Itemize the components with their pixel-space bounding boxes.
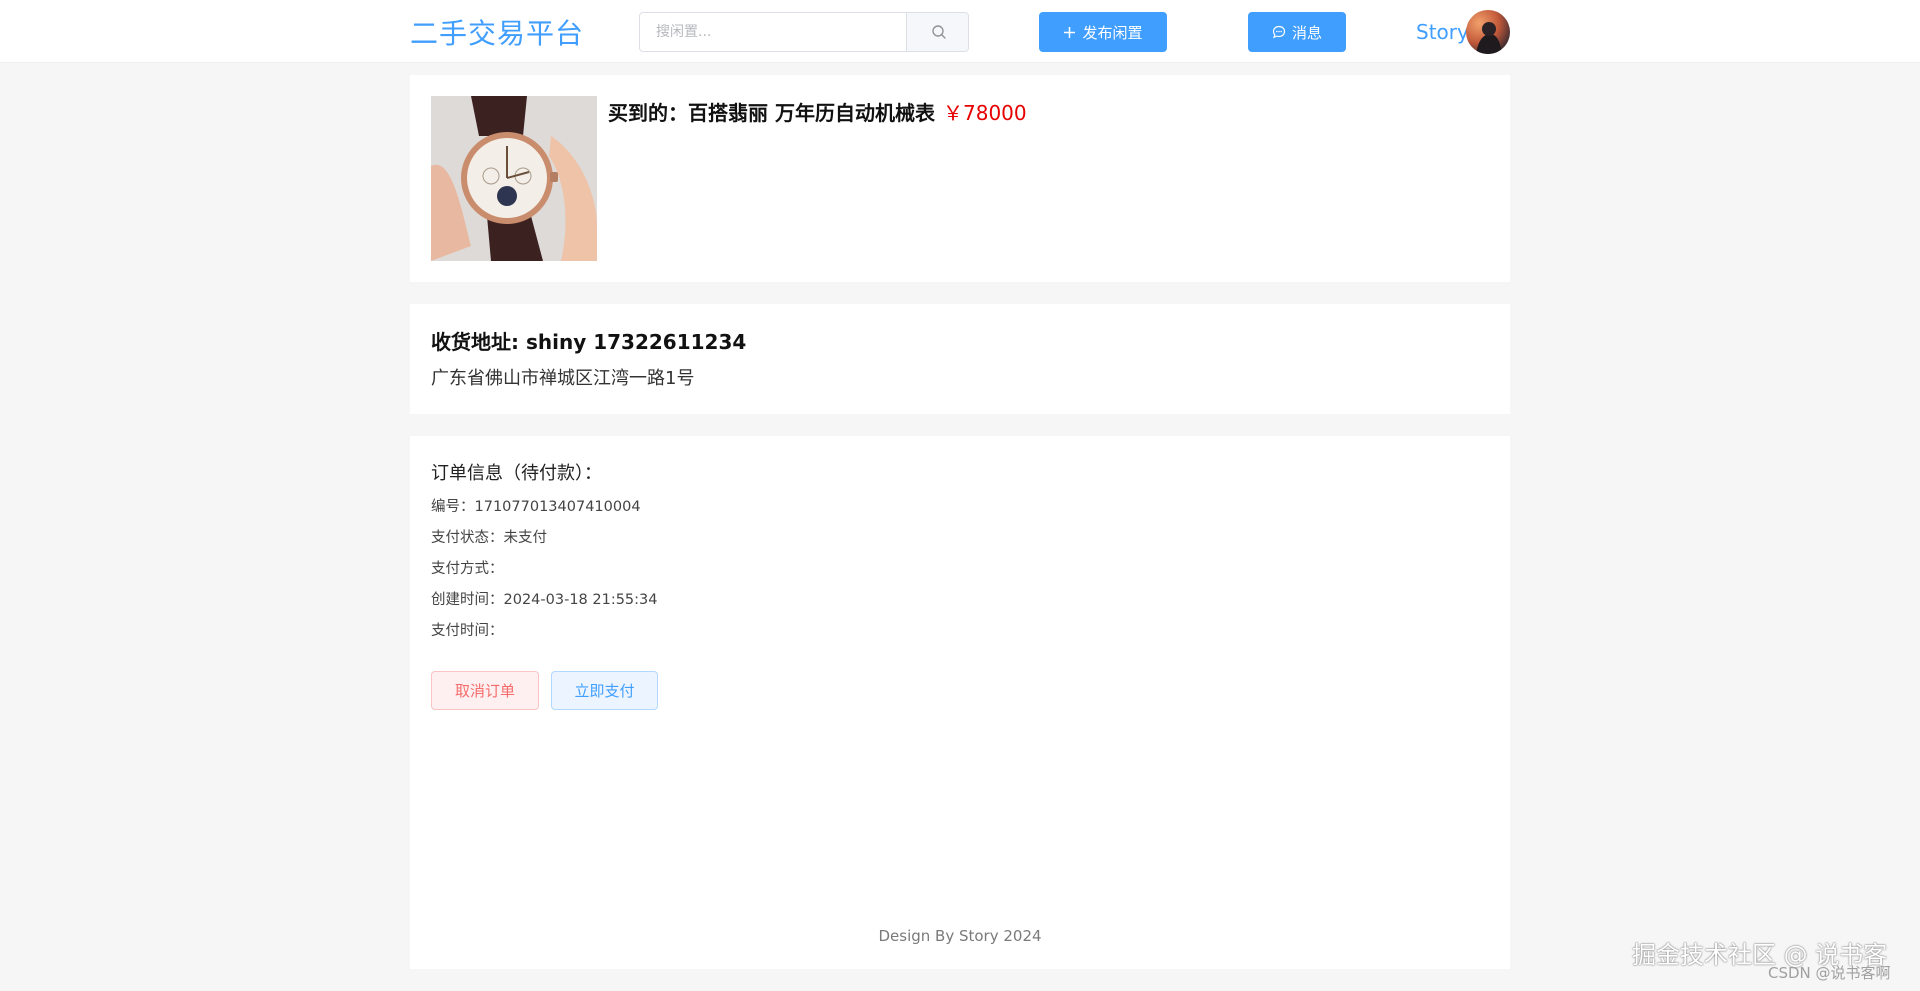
order-card: 订单信息（待付款）： 编号：171077013407410004 支付状态：未支…: [410, 436, 1510, 969]
pay-now-button[interactable]: 立即支付: [551, 671, 658, 710]
top-navbar: 二手交易平台 发布闲置 消息 Story: [0, 0, 1920, 63]
search-box: [639, 12, 969, 52]
address-card: 收货地址: shiny 17322611234 广东省佛山市禅城区江湾一路1号: [410, 304, 1510, 414]
product-title[interactable]: 买到的：百搭翡丽 万年历自动机械表: [608, 97, 935, 126]
payment-status: 支付状态：未支付: [431, 530, 547, 546]
message-button-label: 消息: [1291, 23, 1322, 42]
avatar-image: [1476, 22, 1502, 54]
watch-illustration: [431, 96, 597, 261]
message-icon: [1272, 25, 1286, 39]
search-input[interactable]: [640, 13, 906, 51]
watermark-sub: CSDN @说书客啊: [1768, 964, 1891, 982]
order-number: 编号：171077013407410004: [431, 499, 641, 515]
created-time: 创建时间：2024-03-18 21:55:34: [431, 592, 658, 608]
site-logo[interactable]: 二手交易平台: [410, 12, 584, 52]
product-card: 买到的：百搭翡丽 万年历自动机械表 ￥78000: [410, 75, 1510, 282]
publish-button-label: 发布闲置: [1082, 23, 1143, 42]
address-heading: 收货地址: shiny 17322611234: [431, 330, 747, 354]
plus-icon: [1064, 26, 1076, 38]
user-name-link[interactable]: Story: [1416, 20, 1469, 44]
payment-time: 支付时间：: [431, 623, 504, 639]
address-detail: 广东省佛山市禅城区江湾一路1号: [431, 368, 695, 389]
search-button[interactable]: [906, 13, 968, 51]
order-info-title: 订单信息（待付款）：: [431, 463, 602, 484]
product-price: ￥78000: [943, 101, 1027, 125]
publish-button[interactable]: 发布闲置: [1039, 12, 1167, 52]
payment-method: 支付方式：: [431, 561, 504, 577]
search-icon: [931, 25, 946, 39]
product-image[interactable]: [431, 96, 597, 261]
footer-credit: Design By Story 2024: [878, 927, 1042, 945]
message-button[interactable]: 消息: [1248, 12, 1346, 52]
cancel-order-button[interactable]: 取消订单: [431, 671, 539, 710]
avatar[interactable]: [1466, 10, 1510, 54]
